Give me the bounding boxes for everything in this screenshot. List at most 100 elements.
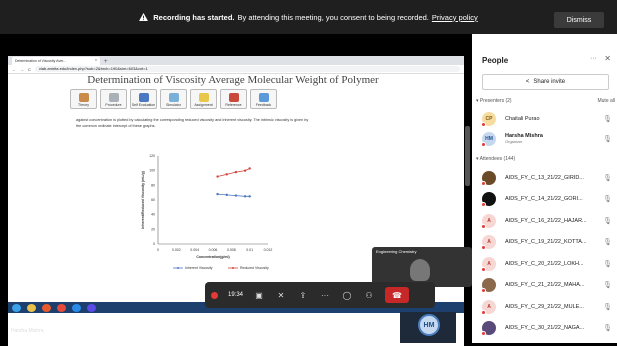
participant-row[interactable]: A AIDS_FY_C_19_21/22_KOTTA... 🎙 bbox=[481, 234, 612, 251]
page-title: Determination of Viscosity Average Molec… bbox=[87, 74, 379, 86]
recording-banner: Recording has started. By attending this… bbox=[0, 0, 617, 34]
more-icon[interactable]: ··· bbox=[590, 55, 597, 62]
y-tick-label: 0 bbox=[153, 242, 155, 246]
viscosity-chart: 0 0.002 0.004 0.006 0.008 0.01 0.012 0 20 40 60 80 1… bbox=[141, 154, 272, 270]
panel-title: People bbox=[482, 56, 509, 65]
mic-muted-icon[interactable]: 🎙 bbox=[603, 195, 612, 203]
mic-muted-icon[interactable]: 🎙 bbox=[603, 260, 612, 268]
start-icon[interactable] bbox=[12, 303, 21, 312]
browser-tab[interactable]: Determination of Viscosity Aver... × bbox=[12, 57, 100, 65]
x-tick-label: 0.004 bbox=[190, 248, 199, 252]
legend-marker bbox=[232, 267, 234, 269]
participant-name: AIDS_FY_C_13_21/22_GIRID... bbox=[505, 174, 584, 181]
mic-muted-icon[interactable]: 🎙 bbox=[603, 303, 612, 311]
data-point bbox=[248, 167, 251, 170]
y-tick-label: 120 bbox=[149, 154, 155, 158]
data-point bbox=[243, 169, 247, 172]
tab-self-evaluation[interactable]: Self Evaluation bbox=[130, 89, 157, 109]
attendees-section-label[interactable]: ▾ Attendees (144) bbox=[476, 156, 515, 162]
legend-label: Reduced Viscosity bbox=[240, 266, 269, 270]
teams-icon[interactable] bbox=[87, 303, 96, 312]
participant-row[interactable]: A AIDS_FY_C_29_21/22_MULE... 🎙 bbox=[481, 298, 612, 315]
dismiss-button[interactable]: Dismiss bbox=[554, 12, 604, 28]
participant-row[interactable]: HM Harsha Mishra Organizer 🎙 bbox=[481, 130, 612, 147]
mic-muted-icon[interactable]: 🎙 bbox=[603, 324, 612, 332]
self-avatar: HM bbox=[418, 314, 440, 336]
participant-name: Chaitali Purao bbox=[505, 115, 540, 122]
leave-call-button[interactable]: ☎ bbox=[385, 287, 410, 303]
data-point bbox=[248, 195, 251, 198]
tab-reference[interactable]: Reference bbox=[220, 89, 247, 109]
tab-feedback[interactable]: Feedback bbox=[250, 89, 277, 109]
procedure-icon bbox=[108, 93, 119, 102]
scrollbar[interactable] bbox=[465, 126, 470, 186]
forward-icon[interactable]: → bbox=[20, 67, 24, 72]
participant-name: Harsha Mishra Organizer bbox=[505, 133, 603, 144]
mic-off-icon[interactable]: ✕ bbox=[275, 290, 287, 300]
edge-icon[interactable] bbox=[72, 303, 81, 312]
tab-procedure[interactable]: Procedure bbox=[100, 89, 127, 109]
theory-text-line-2: the common ordinate intercept of these g… bbox=[76, 124, 156, 128]
status-dot bbox=[481, 266, 486, 272]
mic-muted-icon[interactable]: 🎙 bbox=[603, 174, 612, 182]
mic-muted-icon[interactable]: 🎙 bbox=[603, 281, 612, 289]
mic-muted-icon[interactable]: 🎙 bbox=[603, 238, 612, 246]
participant-name: AIDS_FY_C_16_21/22_HAJAR... bbox=[505, 217, 587, 224]
y-axis-label: Inherent/Reduced Viscosity (mL/g) bbox=[141, 171, 145, 229]
back-icon[interactable]: ← bbox=[12, 67, 16, 72]
mic-muted-icon[interactable]: 🎙 bbox=[603, 115, 612, 123]
x-tick-label: 0.01 bbox=[246, 248, 253, 252]
participant-row[interactable]: AIDS_FY_C_14_21/22_GORI... 🎙 bbox=[481, 191, 612, 208]
tab-assignment[interactable]: Assignment bbox=[190, 89, 217, 109]
folder-icon[interactable] bbox=[27, 303, 36, 312]
tab-theory[interactable]: Theory bbox=[70, 89, 97, 109]
participant-video bbox=[410, 259, 430, 281]
close-icon[interactable]: × bbox=[95, 58, 97, 62]
self-evaluation-icon bbox=[138, 93, 149, 102]
address-bar: ← → C vlab.amrita.edu/index.php?sub=2&br… bbox=[8, 65, 464, 74]
camera-off-icon[interactable]: ▣ bbox=[253, 290, 265, 300]
tab-label: Self Evaluation bbox=[131, 103, 156, 107]
participant-row[interactable]: AIDS_FY_C_13_21/22_GIRID... 🎙 bbox=[481, 169, 612, 186]
new-tab-icon[interactable]: + bbox=[104, 59, 108, 65]
people-panel: People ··· ✕ < Share invite ▾ Presenters … bbox=[472, 34, 617, 343]
participant-row[interactable]: AIDS_FY_C_30_21/22_NAGA... 🎙 bbox=[481, 320, 612, 337]
video-tile[interactable]: Engineering Chemistry bbox=[372, 247, 472, 287]
share-screen-icon[interactable]: ⇪ bbox=[297, 290, 309, 300]
tab-simulator[interactable]: Simulator bbox=[160, 89, 187, 109]
legend-marker bbox=[177, 267, 179, 269]
mic-muted-icon[interactable]: 🎙 bbox=[603, 135, 612, 143]
participant-row[interactable]: A AIDS_FY_C_16_21/22_HAJAR... 🎙 bbox=[481, 212, 612, 229]
presenters-section-label[interactable]: ▾ Presenters (2) bbox=[476, 98, 512, 104]
tab-label: Reference bbox=[225, 103, 242, 107]
x-axis-label: Concentration(g/ml) bbox=[196, 255, 229, 259]
avatar: A bbox=[481, 213, 496, 229]
status-dot bbox=[481, 245, 486, 250]
chrome-icon[interactable] bbox=[57, 303, 66, 312]
share-invite-button[interactable]: < Share invite bbox=[482, 74, 609, 90]
status-dot bbox=[481, 288, 486, 293]
recording-icon bbox=[211, 291, 218, 299]
more-options-icon[interactable]: ··· bbox=[319, 290, 331, 300]
data-point bbox=[234, 194, 238, 197]
share-invite-label: Share invite bbox=[533, 79, 566, 85]
banner-bold: Recording has started. bbox=[153, 12, 235, 22]
avatar: A bbox=[481, 256, 496, 272]
chat-icon[interactable]: ◯ bbox=[341, 290, 353, 300]
url-field[interactable]: vlab.amrita.edu/index.php?sub=2&brch=190… bbox=[34, 66, 460, 72]
media-icon[interactable] bbox=[42, 303, 51, 312]
participant-name: AIDS_FY_C_19_21/22_KOTTA... bbox=[505, 239, 587, 245]
close-icon[interactable]: ✕ bbox=[604, 54, 611, 63]
privacy-policy-link[interactable]: Privacy policy bbox=[432, 13, 478, 22]
mic-muted-icon[interactable]: 🎙 bbox=[603, 217, 612, 225]
participant-row[interactable]: CP Chaitali Purao 🎙 bbox=[481, 110, 612, 127]
legend-label: Inherent Viscosity bbox=[185, 266, 213, 270]
browser-tab-strip: Determination of Viscosity Aver... × + bbox=[8, 56, 464, 65]
participant-row[interactable]: AIDS_FY_C_21_21/22_MAHA... 🎙 bbox=[481, 277, 612, 294]
mute-all-button[interactable]: Mute all bbox=[597, 98, 615, 104]
people-icon[interactable]: ⚇ bbox=[363, 290, 375, 300]
avatar: CP bbox=[481, 111, 496, 127]
reload-icon[interactable]: C bbox=[28, 67, 31, 72]
tab-label: Feedback bbox=[255, 103, 272, 107]
participant-row[interactable]: A AIDS_FY_C_20_21/22_LOKH... 🎙 bbox=[481, 255, 612, 272]
